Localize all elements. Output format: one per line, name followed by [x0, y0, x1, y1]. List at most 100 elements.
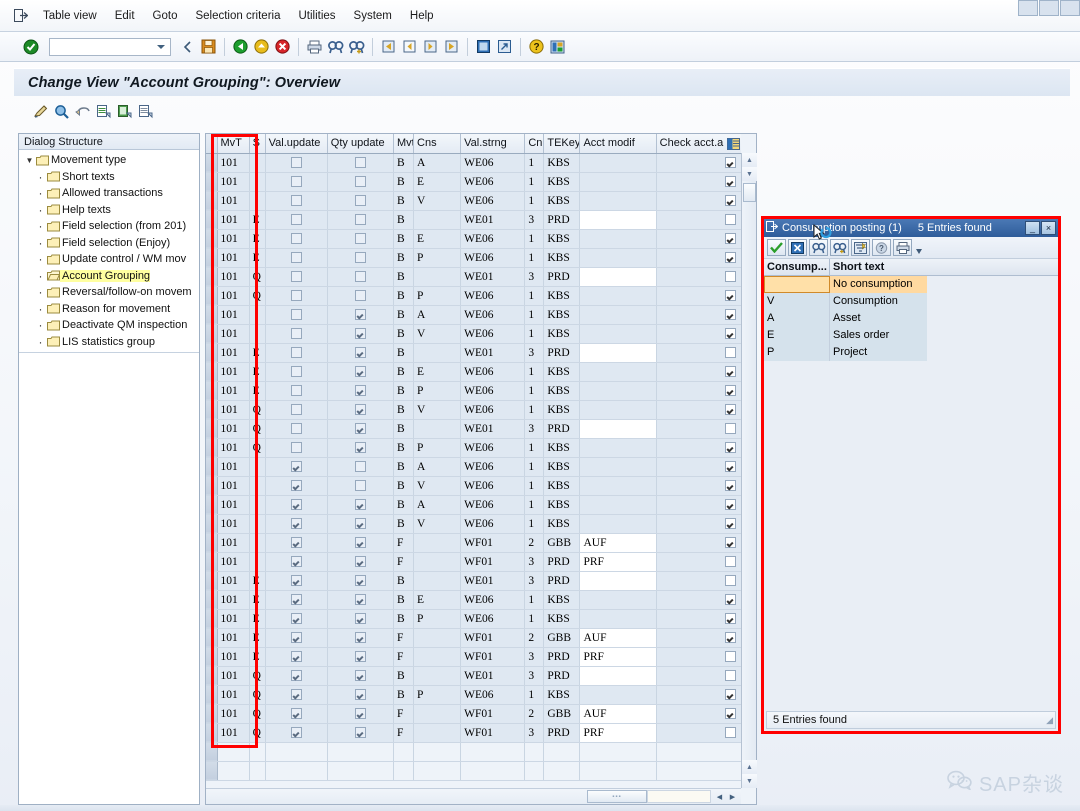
check-acct-checkbox[interactable]	[656, 305, 741, 325]
cell-s[interactable]	[249, 153, 266, 173]
cell-mvt2[interactable]: F	[393, 647, 415, 667]
menu-item-help[interactable]: Help	[401, 7, 443, 25]
val-update-checkbox[interactable]	[265, 628, 328, 648]
qty-update-checkbox[interactable]	[327, 552, 394, 572]
checkbox-icon[interactable]	[354, 537, 366, 549]
cell-s[interactable]: Q	[249, 723, 266, 743]
cell-mvt[interactable]: 101	[217, 324, 250, 344]
qty-update-checkbox[interactable]	[327, 590, 394, 610]
checkbox-icon[interactable]	[290, 404, 302, 416]
cell-val-strng[interactable]: WE06	[460, 685, 526, 705]
cell-acct-modif[interactable]	[579, 248, 657, 268]
copy-as-icon[interactable]	[94, 102, 113, 121]
val-update-checkbox[interactable]	[265, 172, 328, 192]
help-icon[interactable]: ?	[527, 37, 546, 56]
cell-mvt[interactable]: 101	[217, 571, 250, 591]
cell-cns[interactable]: P	[413, 685, 462, 705]
cell-cns[interactable]: V	[413, 400, 462, 420]
row-select-cell[interactable]	[206, 172, 218, 192]
checkbox-icon[interactable]	[354, 499, 366, 511]
cell-mvt2[interactable]: F	[393, 552, 415, 572]
check-acct-checkbox[interactable]	[656, 552, 741, 572]
qty-update-checkbox[interactable]	[327, 362, 394, 382]
cancel-red-icon[interactable]	[273, 37, 292, 56]
cell-s[interactable]: Q	[249, 685, 266, 705]
cell-mvt2[interactable]: F	[393, 704, 415, 724]
checkbox-icon[interactable]	[354, 518, 366, 530]
cell-tekey[interactable]: KBS	[543, 609, 581, 629]
cell-tekey[interactable]: PRD	[543, 343, 581, 363]
empty-cell[interactable]	[524, 742, 545, 762]
cell-cns[interactable]: V	[413, 514, 462, 534]
cell-cns[interactable]	[413, 419, 462, 439]
cell-tekey[interactable]: KBS	[543, 476, 581, 496]
cell-s[interactable]	[249, 514, 266, 534]
cell-mvt[interactable]: 101	[217, 419, 250, 439]
table-row[interactable]: 101 F WF01 3 PRD PRF	[206, 552, 741, 572]
checkbox-icon[interactable]	[290, 347, 302, 359]
checkbox-icon[interactable]	[725, 195, 736, 207]
cell-acct-modif[interactable]	[579, 153, 657, 173]
check-acct-checkbox[interactable]	[656, 609, 741, 629]
table-row[interactable]: 101 Q B P WE06 1 KBS	[206, 685, 741, 705]
dialog-column-header-consump[interactable]: Consump...	[764, 259, 830, 275]
cell-val-strng[interactable]: WE06	[460, 476, 526, 496]
row-select-cell[interactable]	[206, 305, 218, 325]
checkbox-icon[interactable]	[290, 708, 302, 720]
sidebar-item-account-grouping[interactable]: · Account Grouping	[19, 268, 199, 285]
qty-update-checkbox[interactable]	[327, 305, 394, 325]
dialog-item-key[interactable]: V	[764, 293, 830, 310]
check-acct-checkbox[interactable]	[656, 685, 741, 705]
check-acct-checkbox[interactable]	[656, 647, 741, 667]
check-acct-checkbox[interactable]	[656, 400, 741, 420]
cell-mvt[interactable]: 101	[217, 153, 250, 173]
cell-cns[interactable]	[413, 628, 462, 648]
cell-tekey[interactable]: GBB	[543, 704, 581, 724]
cell-cns[interactable]: P	[413, 381, 462, 401]
menu-arrow-icon[interactable]	[914, 239, 923, 256]
check-acct-checkbox[interactable]	[656, 286, 741, 306]
cell-acct-modif[interactable]: PRF	[579, 723, 657, 743]
check-acct-checkbox[interactable]	[656, 153, 741, 173]
check-acct-checkbox[interactable]	[656, 457, 741, 477]
cell-cns[interactable]: P	[413, 286, 462, 306]
cell-acct-modif[interactable]: AUF	[579, 704, 657, 724]
tree-node-movement-type[interactable]: ▼ Movement type	[19, 152, 199, 169]
cell-acct-modif[interactable]	[579, 286, 657, 306]
checkbox-icon[interactable]	[354, 347, 366, 359]
table-row[interactable]: 101 Q F WF01 3 PRD PRF	[206, 723, 741, 743]
cell-acct-modif[interactable]	[579, 210, 657, 230]
row-select-cell[interactable]	[206, 590, 218, 610]
val-update-checkbox[interactable]	[265, 381, 328, 401]
cell-val-strng[interactable]: WE06	[460, 172, 526, 192]
h-scroll-thumb[interactable]: ▪▪▪	[587, 790, 647, 803]
checkbox-icon[interactable]	[725, 708, 736, 720]
cell-acct-modif[interactable]	[579, 419, 657, 439]
val-update-checkbox[interactable]	[265, 514, 328, 534]
checkbox-icon[interactable]	[290, 309, 302, 321]
cell-cn[interactable]: 1	[524, 590, 545, 610]
cell-val-strng[interactable]: WE06	[460, 305, 526, 325]
cell-mvt[interactable]: 101	[217, 590, 250, 610]
cell-cn[interactable]: 1	[524, 324, 545, 344]
table-settings-icon[interactable]	[725, 135, 741, 152]
qty-update-checkbox[interactable]	[327, 495, 394, 515]
dialog-list-item[interactable]: A Asset	[764, 310, 1058, 327]
checkbox-icon[interactable]	[290, 461, 302, 473]
checkbox-icon[interactable]	[354, 556, 366, 568]
cell-mvt[interactable]: 101	[217, 286, 250, 306]
sort-filter-icon[interactable]	[851, 239, 870, 256]
table-row[interactable]: 101 Q B WE01 3 PRD	[206, 419, 741, 439]
cell-cn[interactable]: 1	[524, 229, 545, 249]
checkbox-icon[interactable]	[725, 271, 736, 283]
val-update-checkbox[interactable]	[265, 476, 328, 496]
empty-cell[interactable]	[249, 761, 266, 781]
val-update-checkbox[interactable]	[265, 609, 328, 629]
cell-cns[interactable]: E	[413, 590, 462, 610]
checkbox-icon[interactable]	[354, 708, 366, 720]
val-update-checkbox[interactable]	[265, 552, 328, 572]
cell-cns[interactable]: V	[413, 476, 462, 496]
save-icon[interactable]	[199, 37, 218, 56]
cell-s[interactable]	[249, 172, 266, 192]
row-select-cell[interactable]	[206, 704, 218, 724]
